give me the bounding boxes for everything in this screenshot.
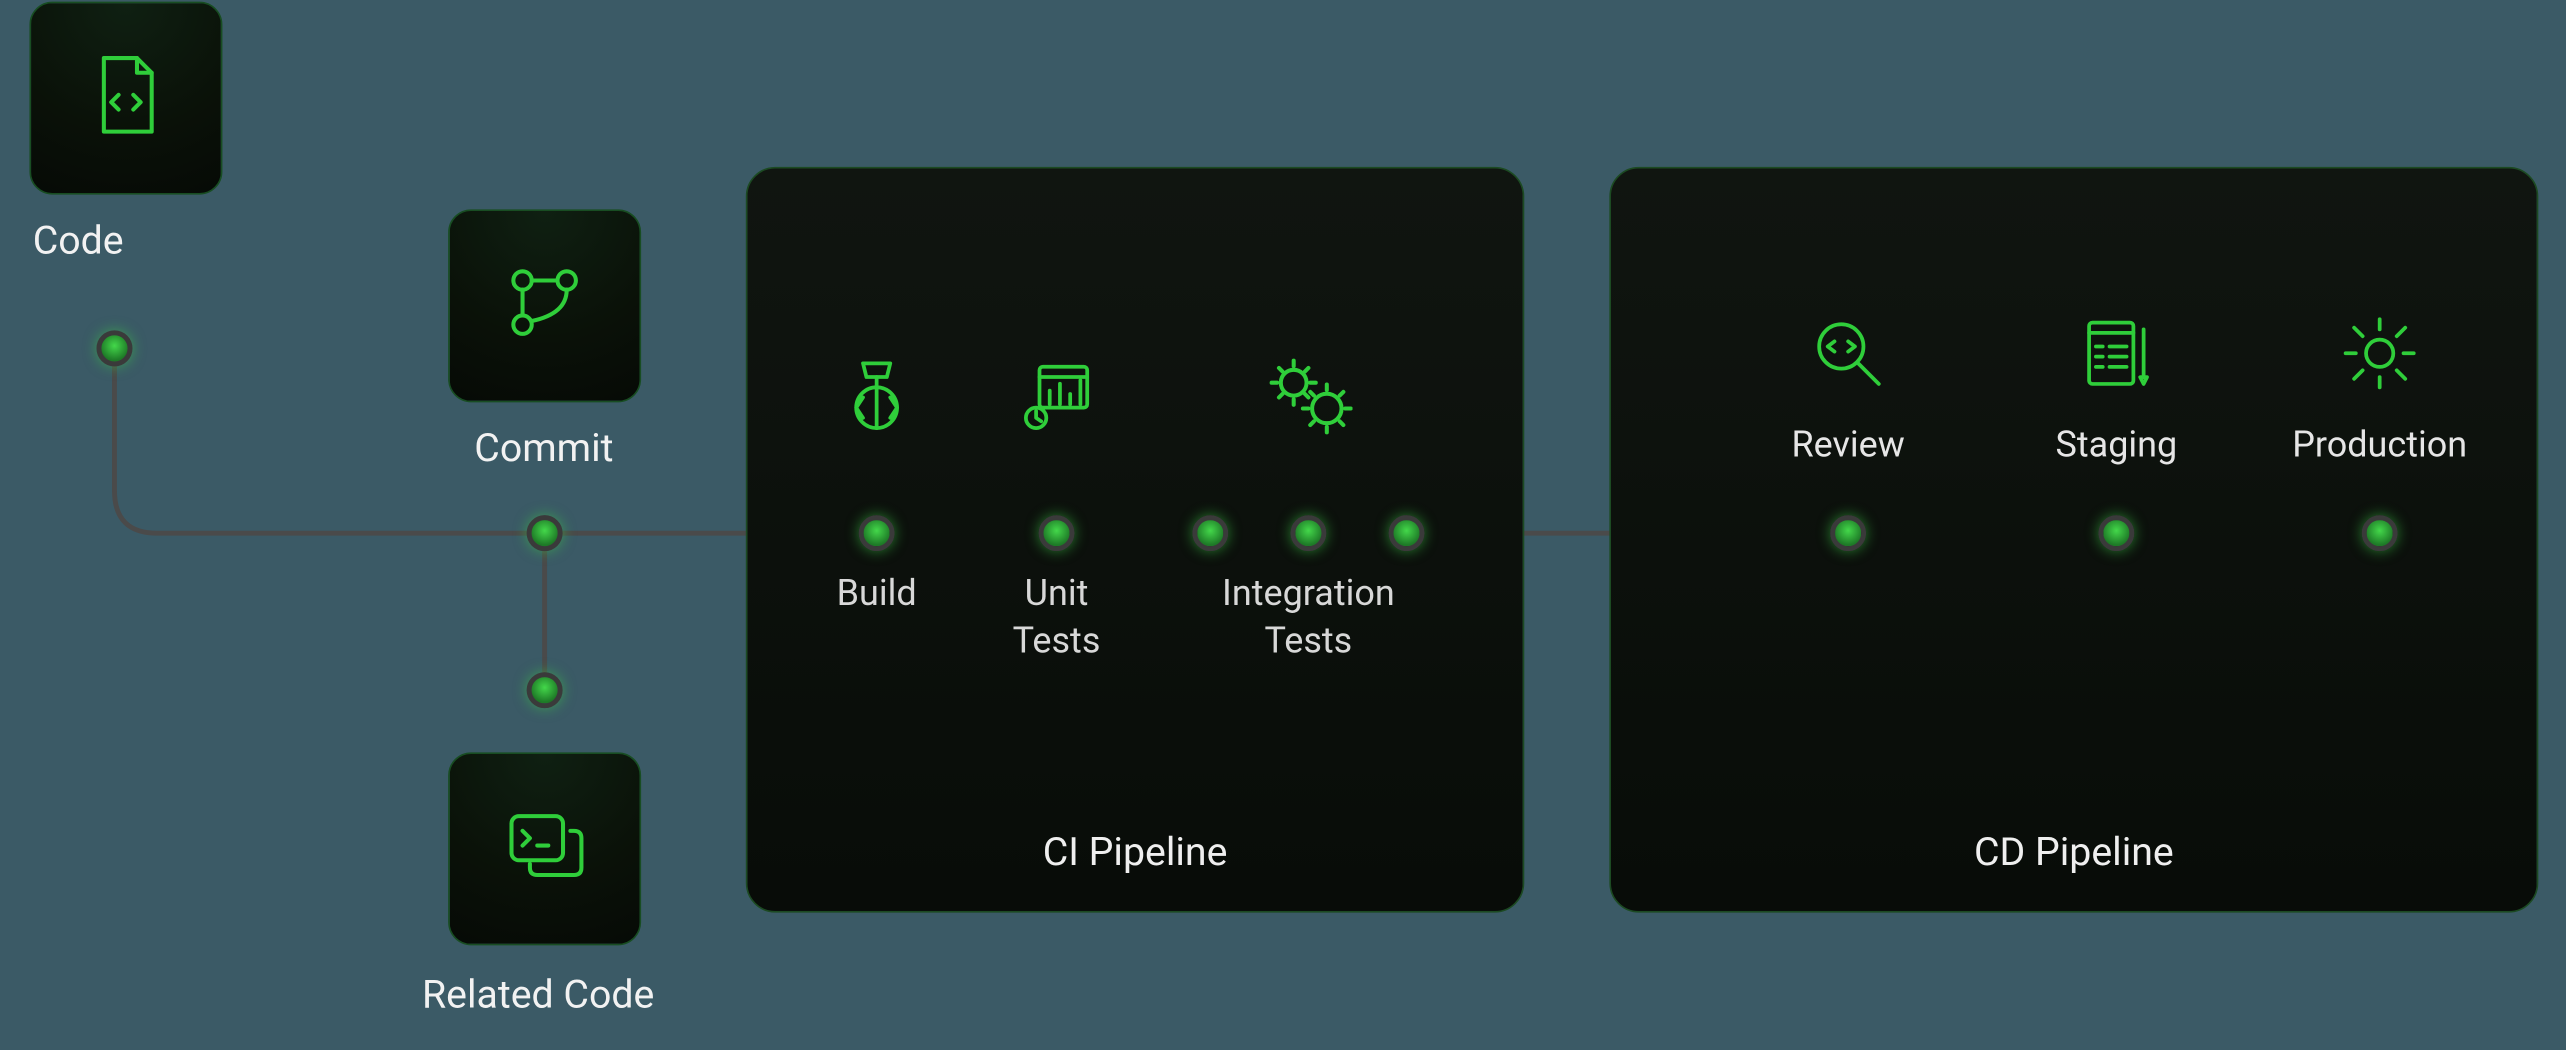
- terminal-stack-icon: [500, 801, 588, 896]
- git-branch-icon: [500, 258, 588, 353]
- related-code-card: [448, 752, 641, 945]
- unit-tests-label-line2: Tests: [1013, 621, 1101, 662]
- code-node: [96, 330, 132, 366]
- integration-node-2: [1290, 515, 1326, 551]
- code-label: Code: [33, 218, 124, 264]
- code-card: [29, 2, 222, 195]
- commit-card: [448, 209, 641, 402]
- build-node: [859, 515, 895, 551]
- production-label: Production: [2292, 425, 2467, 466]
- ci-pipeline-title: CI Pipeline: [1043, 829, 1228, 875]
- cd-pipeline-title: CD Pipeline: [1974, 829, 2174, 875]
- staging-icon: [2075, 312, 2157, 400]
- unit-tests-label: Unit Tests: [1013, 572, 1101, 666]
- integration-tests-icon: [1264, 353, 1352, 448]
- integration-node-1: [1192, 515, 1228, 551]
- build-icon: [836, 357, 918, 445]
- commit-label: Commit: [474, 425, 613, 471]
- unit-tests-node: [1039, 515, 1075, 551]
- integration-node-3: [1389, 515, 1425, 551]
- staging-node: [2098, 515, 2134, 551]
- code-file-icon: [82, 51, 170, 146]
- pipeline-diagram: Code Commit Relate: [0, 0, 2564, 1050]
- unit-tests-label-line1: Unit: [1025, 574, 1089, 615]
- review-icon: [1807, 312, 1889, 400]
- integration-tests-label: Integration Tests: [1222, 572, 1395, 666]
- unit-tests-icon: [1016, 357, 1098, 445]
- related-code-label: Related Code: [422, 971, 654, 1017]
- build-label: Build: [837, 572, 917, 619]
- staging-label: Staging: [2055, 425, 2177, 466]
- integration-label-line2: Tests: [1265, 621, 1353, 662]
- review-node: [1830, 515, 1866, 551]
- review-label: Review: [1791, 425, 1904, 466]
- integration-label-line1: Integration: [1222, 574, 1395, 615]
- related-code-connector-node: [527, 672, 563, 708]
- production-node: [2362, 515, 2398, 551]
- production-icon: [2339, 312, 2421, 400]
- cd-pipeline-panel: CD Pipeline: [1609, 167, 2538, 913]
- commit-node: [527, 515, 563, 551]
